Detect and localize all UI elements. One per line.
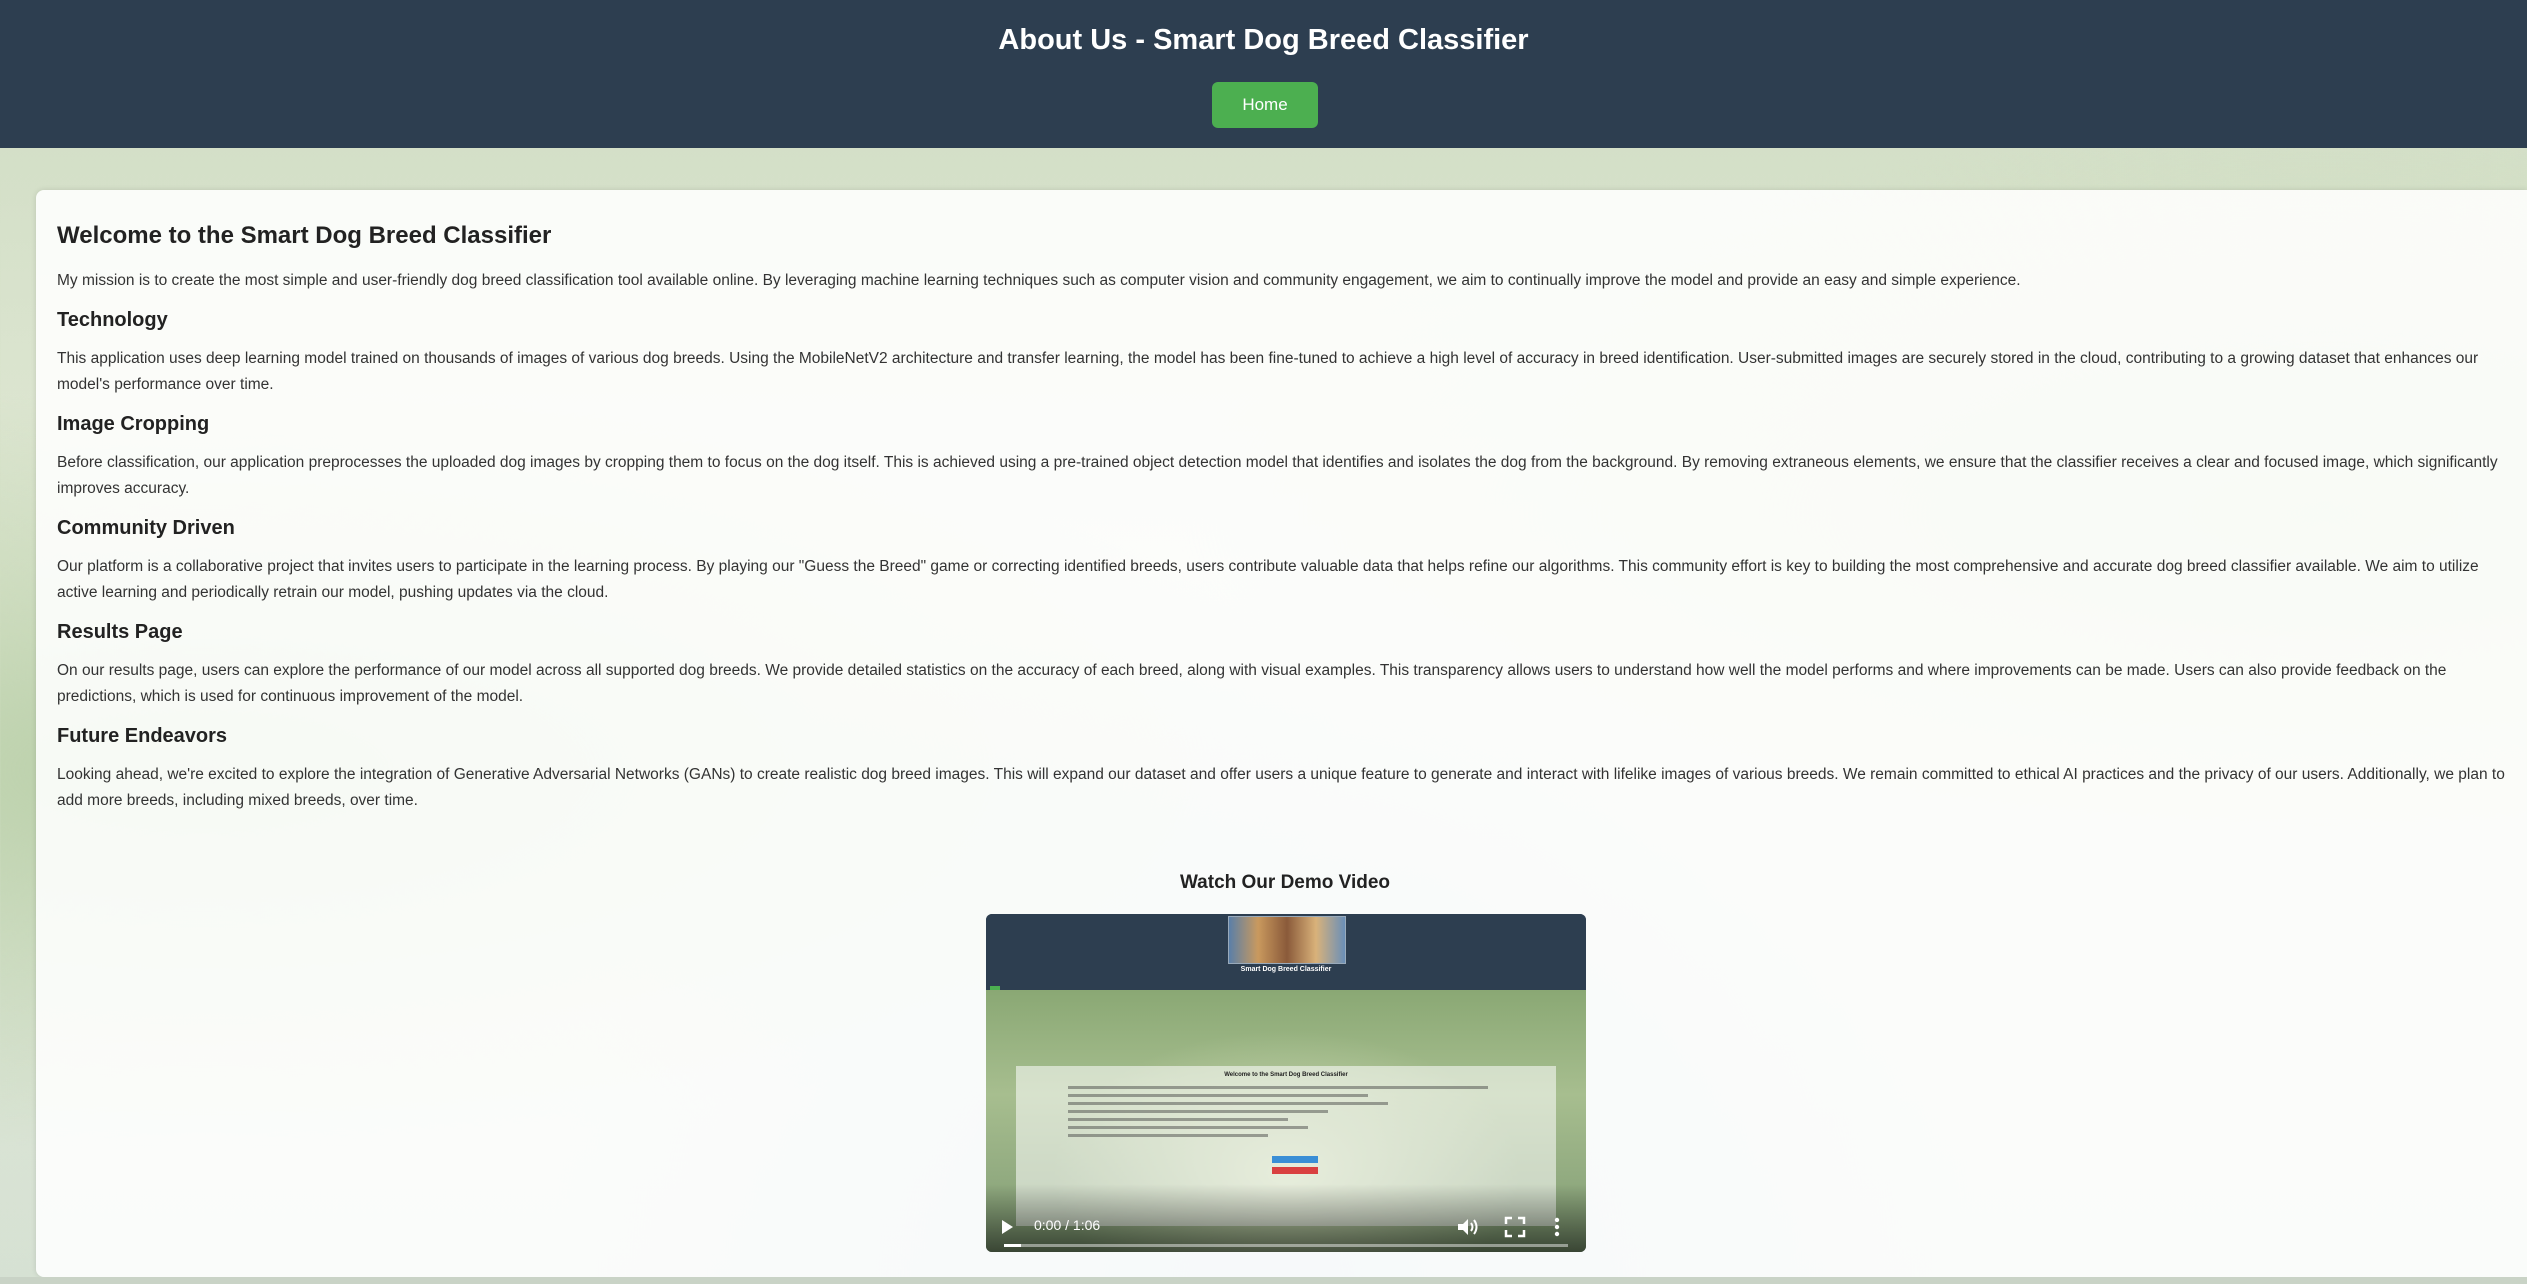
video-preview-blue-button <box>1272 1156 1318 1163</box>
section-text-image-cropping: Before classification, our application p… <box>57 454 2498 497</box>
home-button[interactable]: Home <box>1212 82 1318 128</box>
page-title: About Us - Smart Dog Breed Classifier <box>998 24 1529 56</box>
video-progress-fill <box>1004 1244 1021 1247</box>
mission-text: My mission is to create the most simple … <box>57 272 2021 289</box>
video-preview-red-button <box>1272 1167 1318 1174</box>
welcome-heading: Welcome to the Smart Dog Breed Classifie… <box>57 222 552 249</box>
section-heading-future-endeavors: Future Endeavors <box>57 725 228 747</box>
page-header: About Us - Smart Dog Breed Classifier Ho… <box>0 0 2527 148</box>
volume-icon[interactable] <box>1456 1216 1480 1238</box>
video-preview-text-line <box>1068 1118 1288 1121</box>
video-preview-logo <box>1228 916 1346 964</box>
video-preview-nav <box>986 978 1586 994</box>
fullscreen-icon[interactable] <box>1504 1216 1526 1238</box>
section-text-future-endeavors: Looking ahead, we're excited to explore … <box>57 766 2505 809</box>
video-preview-text-line <box>1068 1110 1328 1113</box>
section-text-results-page: On our results page, users can explore t… <box>57 662 2447 705</box>
video-preview-card-title: Welcome to the Smart Dog Breed Classifie… <box>1224 1072 1348 1078</box>
demo-video-heading: Watch Our Demo Video <box>1179 872 1391 893</box>
more-options-icon[interactable] <box>1550 1216 1564 1238</box>
section-heading-community-driven: Community Driven <box>57 517 235 539</box>
video-preview-text-line <box>1068 1126 1308 1129</box>
section-heading-technology: Technology <box>57 309 168 331</box>
video-preview-header: Smart Dog Breed Classifier <box>986 914 1586 994</box>
section-heading-image-cropping: Image Cropping <box>57 413 210 435</box>
section-text-community-driven: Our platform is a collaborative project … <box>57 558 2479 601</box>
play-icon[interactable] <box>1002 1220 1013 1234</box>
demo-video-player[interactable]: Smart Dog Breed Classifier Welcome to th… <box>986 914 1586 1252</box>
video-preview-text-line <box>1068 1086 1488 1089</box>
video-controls: 0:00 / 1:06 <box>986 1184 1586 1252</box>
video-preview-text-line <box>1068 1102 1388 1105</box>
about-content: Welcome to the Smart Dog Breed Classifie… <box>57 222 2515 829</box>
video-preview-app-name: Smart Dog Breed Classifier <box>1240 966 1332 973</box>
video-time: 0:00 / 1:06 <box>1034 1217 1101 1233</box>
page-bottom-edge <box>0 1277 2527 1284</box>
video-progress-bar[interactable] <box>1004 1244 1568 1247</box>
section-heading-results-page: Results Page <box>57 621 183 643</box>
section-text-technology: This application uses deep learning mode… <box>57 350 2479 393</box>
video-preview-text-line <box>1068 1094 1368 1097</box>
video-preview-text-line <box>1068 1134 1268 1137</box>
